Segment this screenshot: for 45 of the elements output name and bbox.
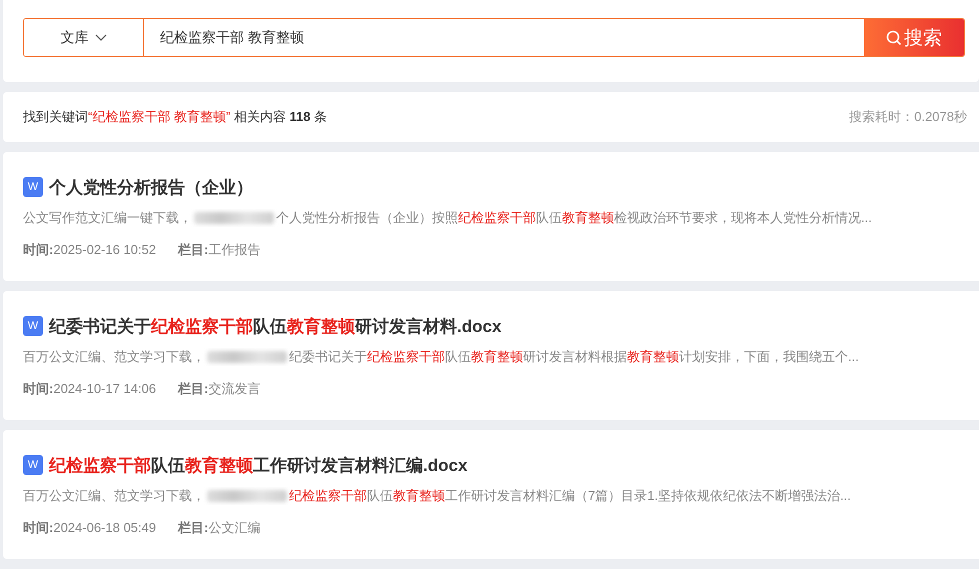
snippet-text: 纪委书记关于 <box>289 349 367 364</box>
result-time: 时间:2024-06-18 05:49 <box>23 519 156 537</box>
scope-dropdown[interactable]: 文库 <box>24 19 144 56</box>
result-title[interactable]: 纪委书记关于 <box>49 316 151 336</box>
word-document-icon: W <box>23 177 43 197</box>
result-time: 时间:2024-10-17 14:06 <box>23 380 156 398</box>
search-button[interactable]: 搜索 <box>864 19 964 56</box>
search-time: 搜索耗时：0.2078秒 <box>849 108 967 126</box>
keyword-highlight[interactable]: 纪检监察干部 <box>49 456 151 474</box>
word-document-icon: W <box>23 316 43 336</box>
result-column: 栏目:公文汇编 <box>178 519 260 537</box>
result-title[interactable]: 个人党性分析报告（企业） <box>49 178 253 196</box>
result-column: 栏目:工作报告 <box>178 241 260 259</box>
keyword-highlight: 教育整顿 <box>562 210 614 225</box>
summary-text: 找到关键词“纪检监察干部 教育整顿” 相关内容 118 条 <box>23 108 328 126</box>
snippet-text: 百万公文汇编、范文学习下载， <box>23 487 205 505</box>
result-title[interactable]: 队伍 <box>151 456 185 474</box>
keyword-highlight: 教育整顿 <box>627 349 679 364</box>
result-title[interactable]: 队伍 <box>253 316 287 336</box>
keyword-highlight: 教育整顿 <box>471 349 523 364</box>
keyword-highlight: 纪检监察干部 <box>367 349 445 364</box>
snippet-text: 队伍 <box>536 210 562 225</box>
snippet-text: 公文写作范文汇编一键下载， <box>23 209 192 227</box>
snippet-text: 研讨发言材料根据 <box>523 349 627 364</box>
snippet-text: 工作研讨发言材料汇编（7篇）目录1.坚持依规依纪依法不断增强法治... <box>445 488 851 503</box>
keyword-highlight[interactable]: 纪检监察干部 <box>151 316 253 336</box>
search-bar[interactable]: 文库 纪检监察干部 教育整顿 搜索 <box>23 18 965 57</box>
result-title[interactable]: 工作研讨发言材料汇编.docx <box>253 456 468 474</box>
chevron-down-icon <box>94 34 106 42</box>
snippet-text: 个人党性分析报告（企业）按照 <box>276 210 458 225</box>
result-column: 栏目:交流发言 <box>178 380 260 398</box>
snippet-text: 队伍 <box>367 488 393 503</box>
snippet-text: 计划安排，下面，我围绕五个... <box>679 349 859 364</box>
result-time: 时间:2025-02-16 10:52 <box>23 241 156 259</box>
snippet-text: 百万公文汇编、范文学习下载， <box>23 348 205 366</box>
keyword-highlight: 纪检监察干部 <box>289 488 367 503</box>
snippet-text: 队伍 <box>445 349 471 364</box>
keyword-highlight[interactable]: 教育整顿 <box>287 316 355 336</box>
keyword-highlight: 教育整顿 <box>393 488 445 503</box>
result-title[interactable]: 研讨发言材料.docx <box>355 316 502 336</box>
keyword-highlight[interactable]: 教育整顿 <box>185 456 253 474</box>
word-document-icon: W <box>23 455 43 475</box>
search-icon <box>886 30 902 46</box>
keyword-highlight: 纪检监察干部 <box>458 210 536 225</box>
snippet-text: 检视政治环节要求，现将本人党性分析情况... <box>614 210 872 225</box>
